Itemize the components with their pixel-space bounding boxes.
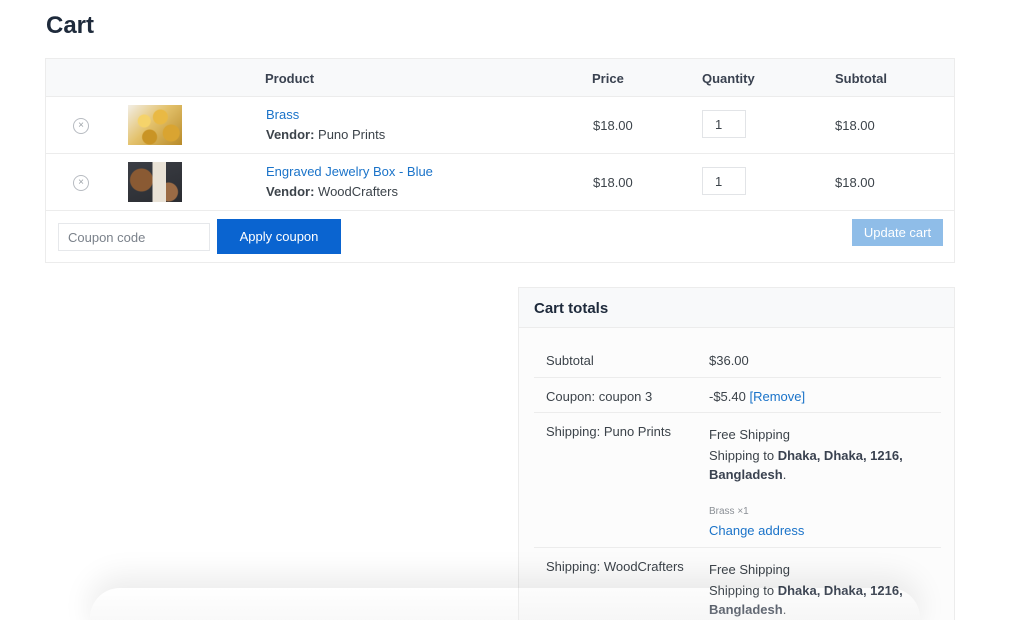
product-thumbnail[interactable]: [128, 105, 182, 145]
cart-item-row: × Engraved Jewelry Box - Blue Vendor: Wo…: [46, 154, 954, 211]
item-price: $18.00: [593, 175, 633, 190]
shipping-destination: Shipping to Dhaka, Dhaka, 1216, Banglade…: [709, 581, 929, 619]
header-quantity: Quantity: [702, 71, 755, 86]
shipping-label: Shipping: Puno Prints: [546, 424, 671, 439]
item-subtotal: $18.00: [835, 118, 875, 133]
coupon-code-input[interactable]: [58, 223, 210, 251]
cart-table: Product Price Quantity Subtotal × Brass …: [45, 58, 955, 263]
cart-totals: Cart totals Subtotal $36.00 Coupon: coup…: [518, 287, 955, 620]
cart-actions: Apply coupon Update cart: [46, 211, 954, 263]
apply-coupon-button[interactable]: Apply coupon: [217, 219, 341, 254]
shipping-destination: Shipping to Dhaka, Dhaka, 1216, Banglade…: [709, 446, 929, 484]
shipping-details: Free Shipping Shipping to Dhaka, Dhaka, …: [709, 560, 929, 619]
remove-item-icon[interactable]: ×: [73, 118, 89, 134]
shipping-country: Bangladesh: [709, 602, 783, 617]
vendor-info: Vendor: WoodCrafters: [266, 184, 398, 199]
header-subtotal: Subtotal: [835, 71, 887, 86]
remove-item-icon[interactable]: ×: [73, 175, 89, 191]
vendor-name: Puno Prints: [318, 127, 385, 142]
shipping-address: Dhaka, Dhaka, 1216,: [778, 583, 903, 598]
vendor-info: Vendor: Puno Prints: [266, 127, 385, 142]
subtotal-label: Subtotal: [546, 353, 594, 368]
coupon-value-wrap: -$5.40 [Remove]: [709, 389, 805, 404]
shipping-to-prefix: Shipping to: [709, 583, 774, 598]
item-price: $18.00: [593, 118, 633, 133]
shipping-label: Shipping: WoodCrafters: [546, 559, 684, 574]
shipping-items-note: Brass ×1: [709, 502, 929, 521]
product-link[interactable]: Engraved Jewelry Box - Blue: [266, 164, 433, 179]
cart-item-row: × Brass Vendor: Puno Prints $18.00 $18.0…: [46, 97, 954, 154]
shipping-suffix: .: [783, 467, 787, 482]
header-product: Product: [265, 71, 314, 86]
quantity-input[interactable]: [702, 110, 746, 138]
product-thumbnail[interactable]: [128, 162, 182, 202]
shipping-method: Free Shipping: [709, 425, 929, 444]
shipping-to-prefix: Shipping to: [709, 448, 774, 463]
shipping-country: Bangladesh: [709, 467, 783, 482]
shipping-suffix: .: [783, 602, 787, 617]
totals-coupon-row: Coupon: coupon 3 -$5.40 [Remove]: [534, 378, 941, 413]
shipping-address: Dhaka, Dhaka, 1216,: [778, 448, 903, 463]
vendor-label: Vendor:: [266, 127, 314, 142]
coupon-discount: -$5.40: [709, 389, 746, 404]
remove-coupon-link[interactable]: [Remove]: [750, 389, 806, 404]
change-address-link[interactable]: Change address: [709, 523, 804, 538]
totals-shipping-row: Shipping: Puno Prints Free Shipping Ship…: [534, 413, 941, 548]
vendor-label: Vendor:: [266, 184, 314, 199]
totals-shipping-row: Shipping: WoodCrafters Free Shipping Shi…: [534, 548, 941, 620]
shipping-method: Free Shipping: [709, 560, 929, 579]
cart-table-header: Product Price Quantity Subtotal: [46, 59, 954, 97]
coupon-label: Coupon: coupon 3: [546, 389, 652, 404]
update-cart-button[interactable]: Update cart: [852, 219, 943, 246]
item-subtotal: $18.00: [835, 175, 875, 190]
quantity-input[interactable]: [702, 167, 746, 195]
page-title: Cart: [46, 12, 94, 40]
product-link[interactable]: Brass: [266, 107, 299, 122]
shipping-details: Free Shipping Shipping to Dhaka, Dhaka, …: [709, 425, 929, 540]
cart-totals-title: Cart totals: [519, 288, 954, 328]
header-price: Price: [592, 71, 624, 86]
vendor-name: WoodCrafters: [318, 184, 398, 199]
totals-subtotal-row: Subtotal $36.00: [534, 342, 941, 378]
subtotal-value: $36.00: [709, 353, 749, 368]
